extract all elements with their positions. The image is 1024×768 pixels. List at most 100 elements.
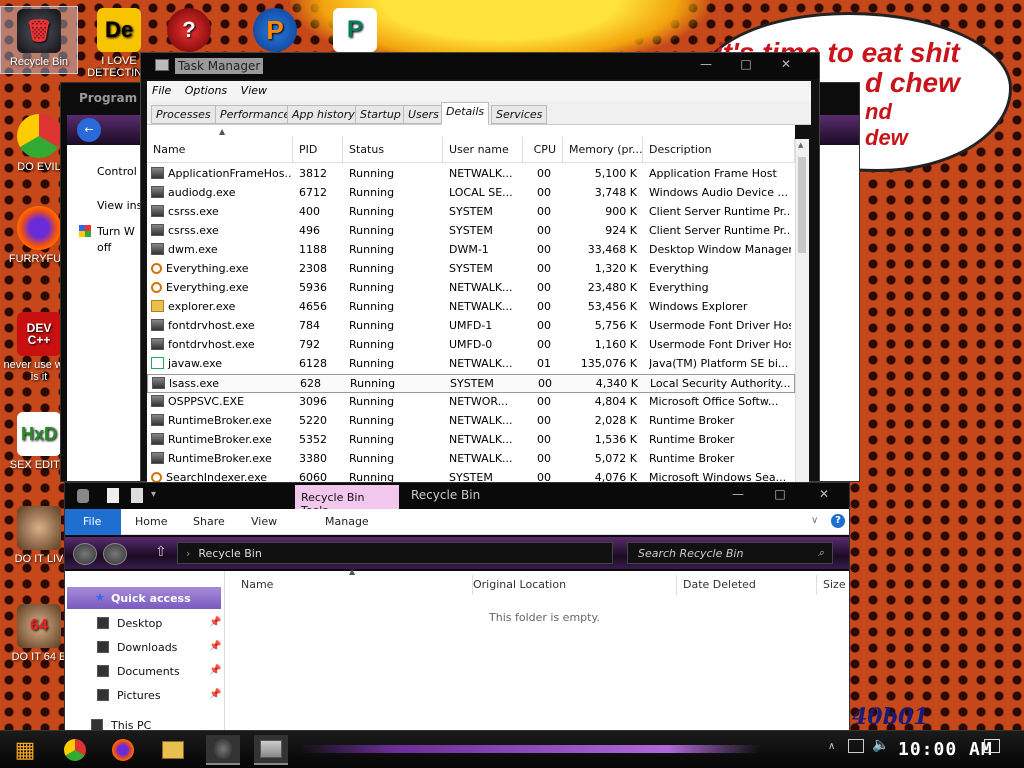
cell-desc: Microsoft Office Softw...: [649, 395, 791, 408]
quick-access-toolbar-dropdown-icon[interactable]: ▾: [151, 489, 156, 500]
back-arrow-icon[interactable]: ←: [77, 118, 101, 142]
pin-icon[interactable]: 📌: [209, 665, 221, 676]
table-row[interactable]: explorer.exe 4656 Running NETWALK... 00 53,45…: [147, 298, 795, 317]
column-original-location[interactable]: Original Location: [467, 575, 677, 595]
network-icon[interactable]: [848, 739, 864, 753]
desktop-icon-app-p[interactable]: P: [236, 6, 314, 55]
table-row[interactable]: csrss.exe 400 Running SYSTEM 00 900 K Client S…: [147, 203, 795, 222]
forward-button[interactable]: [103, 543, 127, 565]
quick-access-item[interactable]: ★ Quick access: [67, 587, 221, 609]
ribbon-tab-manage[interactable]: Manage: [325, 515, 369, 528]
star-icon: ★: [95, 591, 105, 604]
ribbon-tab-file[interactable]: File: [65, 509, 121, 535]
ribbon-tab-view[interactable]: View: [251, 515, 277, 528]
volume-icon[interactable]: 🔈: [872, 737, 889, 753]
address-bar[interactable]: › Recycle Bin: [177, 542, 613, 564]
column-status[interactable]: Status: [343, 137, 443, 163]
cell-name: fontdrvhost.exe: [151, 338, 291, 351]
table-row[interactable]: audiodg.exe 6712 Running LOCAL SE... 00 3,748…: [147, 184, 795, 203]
minimize-button[interactable]: —: [723, 483, 753, 505]
column-description[interactable]: Description: [643, 137, 795, 163]
scroll-up-icon[interactable]: ▲: [798, 141, 803, 149]
start-button[interactable]: ▦: [8, 735, 42, 765]
table-row[interactable]: lsass.exe 628 Running SYSTEM 00 4,340 K Local …: [147, 374, 795, 393]
scrollbar-thumb[interactable]: [798, 157, 806, 253]
search-box[interactable]: Search Recycle Bin ⌕: [627, 542, 833, 564]
taskbar-firefox[interactable]: [106, 735, 140, 765]
column-name[interactable]: Name: [147, 137, 293, 163]
column-user-name[interactable]: User name: [443, 137, 523, 163]
detect-it-easy-icon: De: [97, 8, 141, 52]
turn-windows-features-link-cont[interactable]: off: [97, 241, 111, 254]
column-cpu[interactable]: CPU: [523, 137, 563, 163]
notifications-icon[interactable]: [984, 739, 1000, 753]
help-icon[interactable]: ?: [831, 514, 845, 528]
pin-icon[interactable]: 📌: [209, 617, 221, 628]
table-row[interactable]: fontdrvhost.exe 792 Running UMFD-0 00 1,160 K…: [147, 336, 795, 355]
tab-startup[interactable]: Startup: [355, 105, 406, 124]
minimize-button[interactable]: —: [691, 53, 721, 75]
taskbar-chrome[interactable]: [58, 735, 92, 765]
column-date-deleted[interactable]: Date Deleted: [677, 575, 817, 595]
ribbon-tab-home[interactable]: Home: [135, 515, 167, 528]
taskbar-clock[interactable]: 10:00 AM: [898, 739, 993, 760]
menu-view[interactable]: View: [236, 81, 272, 100]
back-button[interactable]: [73, 543, 97, 565]
taskbar-task-manager[interactable]: [254, 735, 288, 765]
cell-text: Running: [349, 338, 395, 351]
table-row[interactable]: SearchIndexer.exe 6060 Running SYSTEM 00 4,07…: [147, 469, 795, 483]
control-panel-link[interactable]: Control: [97, 165, 137, 178]
table-row[interactable]: fontdrvhost.exe 784 Running UMFD-1 00 5,756 K…: [147, 317, 795, 336]
column-memory[interactable]: Memory (pr...: [563, 137, 643, 163]
table-row[interactable]: Everything.exe 5936 Running NETWALK... 00 23,…: [147, 279, 795, 298]
table-row[interactable]: csrss.exe 496 Running SYSTEM 00 924 K Client S…: [147, 222, 795, 241]
sidebar-item-documents[interactable]: Documents: [97, 665, 180, 678]
column-size[interactable]: Size: [817, 575, 851, 595]
desktop-icon-publisher[interactable]: P: [316, 6, 394, 55]
close-button[interactable]: ✕: [771, 53, 801, 75]
explorer-navigation-bar: ⇧ › Recycle Bin Search Recycle Bin ⌕: [65, 537, 849, 569]
new-folder-icon[interactable]: [131, 488, 143, 503]
ribbon-tab-share[interactable]: Share: [193, 515, 225, 528]
tab-services[interactable]: Services: [491, 105, 548, 124]
ribbon-expand-icon[interactable]: ∨: [811, 515, 818, 526]
taskbar-recycle-bin[interactable]: [206, 735, 240, 765]
properties-icon[interactable]: [107, 488, 119, 503]
turn-windows-features-link[interactable]: Turn W: [97, 225, 135, 238]
maximize-button[interactable]: □: [765, 483, 795, 505]
desktop-icon-app-2[interactable]: ?: [150, 6, 228, 55]
sidebar-item-desktop[interactable]: Desktop: [97, 617, 162, 630]
menu-file[interactable]: File: [147, 81, 176, 100]
pin-icon[interactable]: 📌: [209, 641, 221, 652]
cell-text: Running: [349, 357, 395, 370]
tab-performance[interactable]: Performance: [215, 105, 296, 124]
table-row[interactable]: Everything.exe 2308 Running SYSTEM 00 1,320 K…: [147, 260, 795, 279]
taskbar-file-explorer[interactable]: [156, 735, 190, 765]
tab-details[interactable]: Details: [441, 102, 490, 125]
table-row[interactable]: dwm.exe 1188 Running DWM-1 00 33,468 K Desktop…: [147, 241, 795, 260]
desktop-icon-recycle-bin[interactable]: 🗑 Recycle Bin: [0, 6, 78, 74]
table-row[interactable]: javaw.exe 6128 Running NETWALK... 01 135,076 …: [147, 355, 795, 374]
maximize-button[interactable]: □: [731, 53, 761, 75]
details-scrollbar[interactable]: ▲: [795, 139, 809, 483]
chevron-up-icon[interactable]: ∧: [828, 741, 835, 752]
table-row[interactable]: OSPPSVC.EXE 3096 Running NETWOR... 00 4,804 K…: [147, 393, 795, 412]
table-row[interactable]: RuntimeBroker.exe 3380 Running NETWALK... 00…: [147, 450, 795, 469]
up-arrow-icon[interactable]: ⇧: [155, 544, 167, 560]
java-process-icon: [151, 357, 164, 369]
table-row[interactable]: ApplicationFrameHos... 3812 Running NETWALK…: [147, 165, 795, 184]
column-pid[interactable]: PID: [293, 137, 343, 163]
sidebar-item-pictures[interactable]: Pictures: [97, 689, 161, 702]
tab-processes[interactable]: Processes: [151, 105, 216, 124]
recycle-bin-tools-tab[interactable]: Recycle Bin Tools: [295, 485, 399, 517]
pin-icon[interactable]: 📌: [209, 689, 221, 700]
sidebar-item-downloads[interactable]: Downloads: [97, 641, 177, 654]
column-name[interactable]: Name: [235, 575, 473, 595]
table-row[interactable]: RuntimeBroker.exe 5352 Running NETWALK... 00…: [147, 431, 795, 450]
table-row[interactable]: RuntimeBroker.exe 5220 Running NETWALK... 00…: [147, 412, 795, 431]
view-installed-link[interactable]: View ins: [97, 199, 142, 212]
tab-app-history[interactable]: App history: [287, 105, 360, 124]
close-button[interactable]: ✕: [809, 483, 839, 505]
menu-options[interactable]: Options: [180, 81, 232, 100]
tab-users[interactable]: Users: [403, 105, 444, 124]
